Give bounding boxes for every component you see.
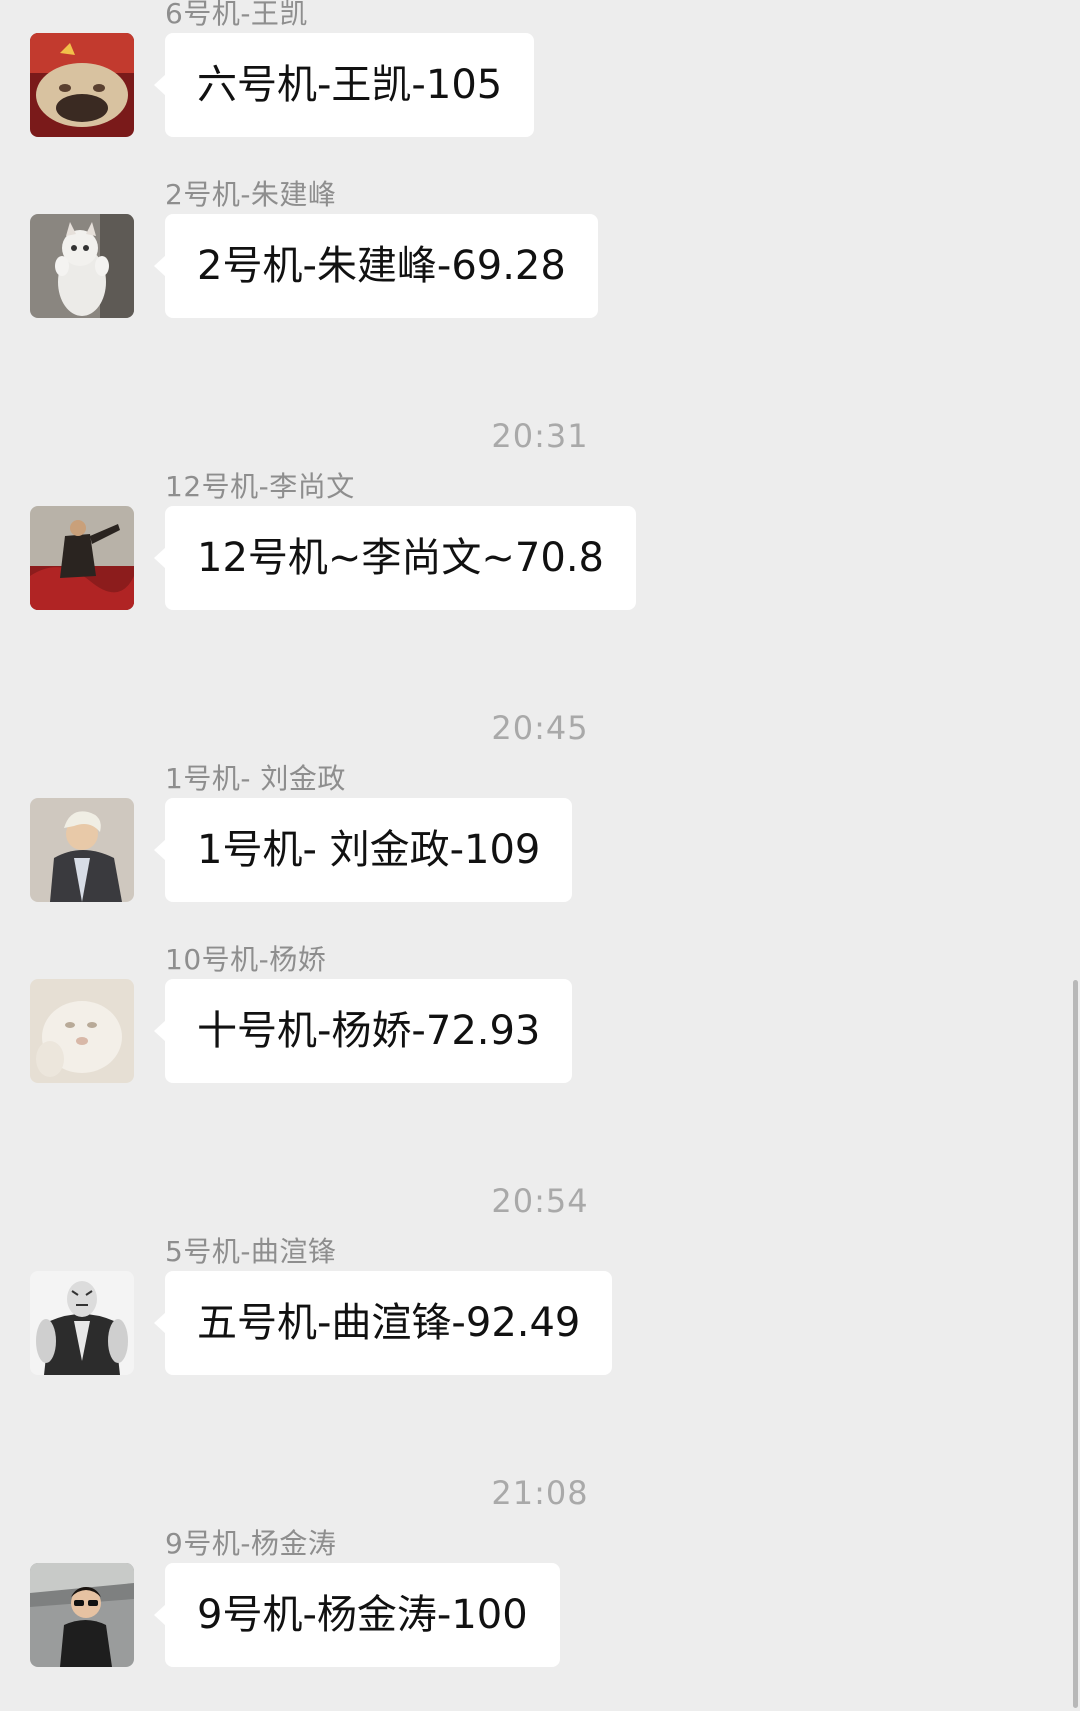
timestamp: 20:54 — [491, 1182, 589, 1220]
message-bubble[interactable]: 1号机- 刘金政-109 — [153, 798, 573, 902]
sender-name: 9号机-杨金涛 — [165, 1527, 337, 1560]
sender-name: 12号机-李尚文 — [165, 470, 355, 503]
sender-name: 10号机-杨娇 — [165, 943, 327, 976]
tiger-man-avatar[interactable] — [30, 1271, 134, 1375]
timestamp: 21:08 — [491, 1474, 589, 1512]
sender-name: 1号机- 刘金政 — [165, 762, 346, 795]
sender-name: 2号机-朱建峰 — [165, 178, 337, 211]
kid-sunglasses-avatar[interactable] — [30, 1563, 134, 1667]
timestamp: 20:31 — [491, 417, 589, 455]
kitten-avatar[interactable] — [30, 214, 134, 318]
sender-name: 5号机-曲渲锋 — [165, 1235, 337, 1268]
pug-avatar[interactable] — [30, 33, 134, 137]
message-bubble[interactable]: 五号机-曲渲锋-92.49 — [153, 1271, 613, 1375]
chat-area[interactable]: 6号机-王凯 六号机-王凯-105 2号机-朱建峰 2号机-朱建峰-69.28 … — [0, 0, 1080, 1711]
anime-man-avatar[interactable] — [30, 798, 134, 902]
message-bubble[interactable]: 12号机~李尚文~70.8 — [154, 506, 636, 610]
fluffy-animal-avatar[interactable] — [30, 979, 134, 1083]
painting-avatar[interactable] — [30, 506, 134, 610]
timestamp: 20:45 — [491, 709, 589, 747]
scrollbar[interactable] — [1073, 980, 1078, 1708]
sender-name: 6号机-王凯 — [165, 0, 308, 30]
message-bubble[interactable]: 9号机-杨金涛-100 — [154, 1563, 560, 1667]
message-bubble[interactable]: 2号机-朱建峰-69.28 — [154, 214, 598, 318]
message-bubble[interactable]: 六号机-王凯-105 — [153, 33, 535, 137]
message-bubble[interactable]: 十号机-杨娇-72.93 — [153, 979, 573, 1083]
